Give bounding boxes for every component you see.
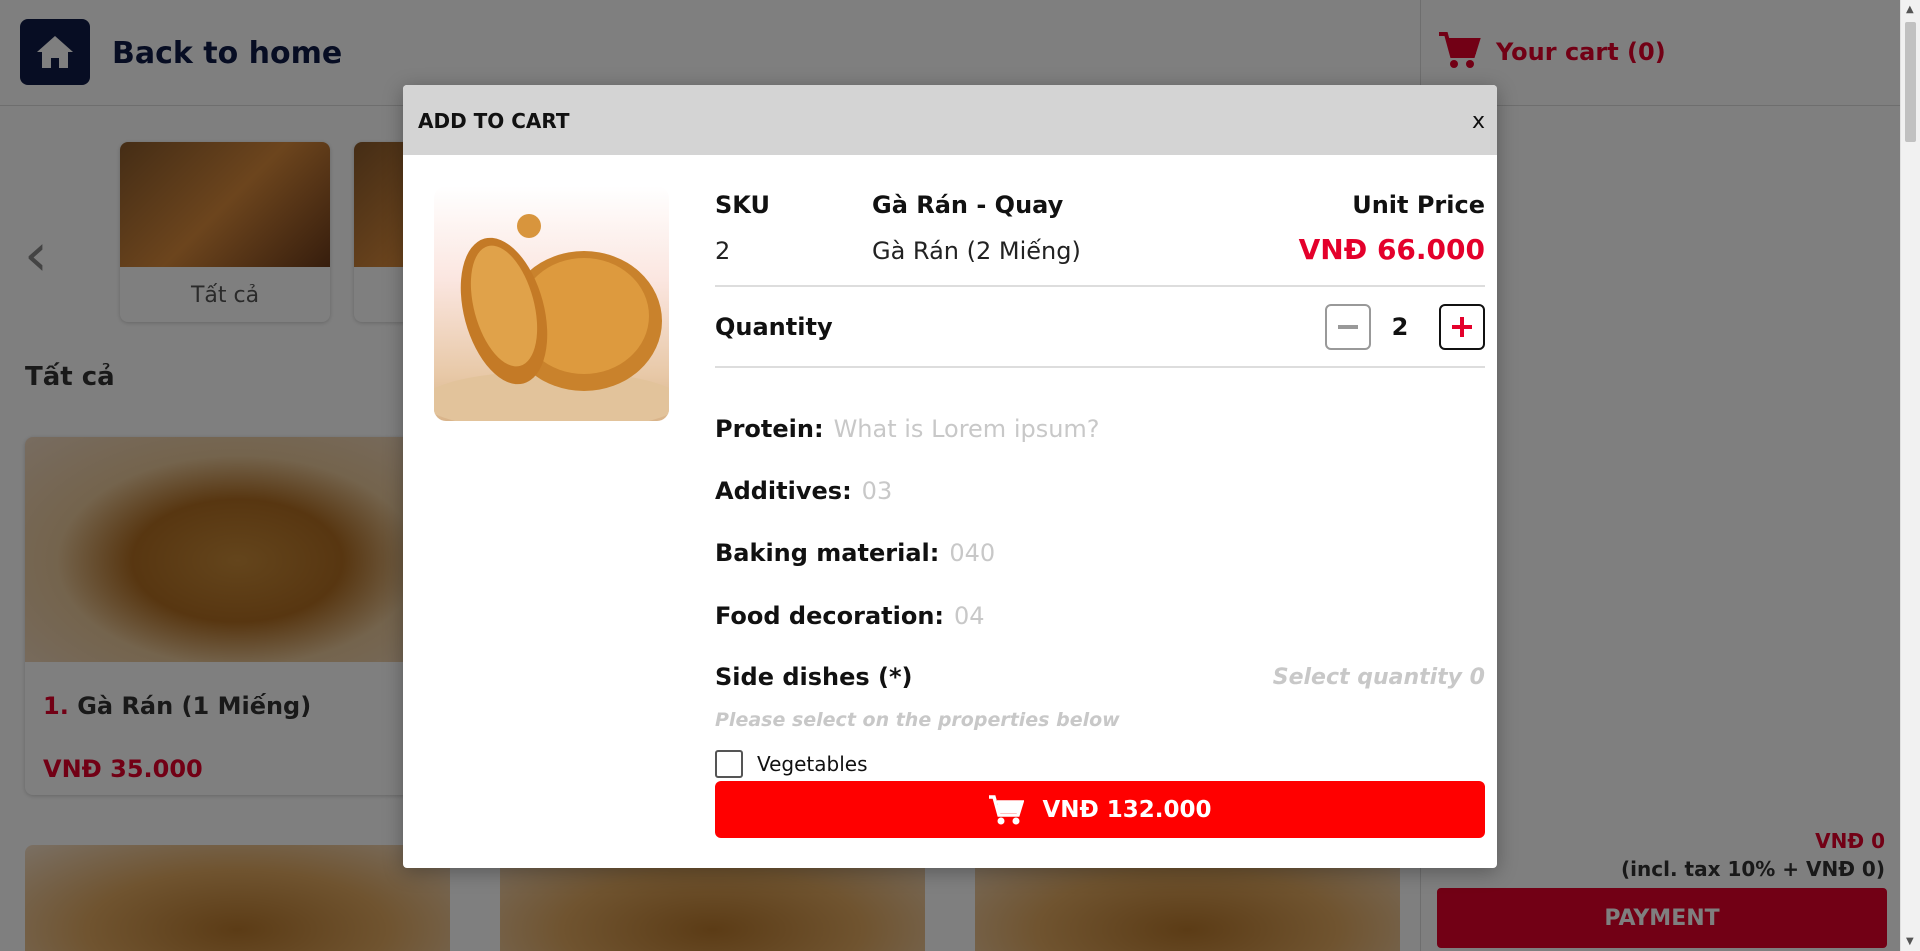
quantity-value: 2 — [1391, 313, 1409, 341]
property-baking-material: Baking material: 040 — [715, 539, 995, 567]
add-to-cart-modal: ADD TO CART x SKU Gà Rán - Quay Unit Pri… — [403, 85, 1497, 868]
property-key: Protein: — [715, 415, 824, 443]
plus-icon — [1452, 317, 1472, 337]
category-header: Gà Rán - Quay — [872, 191, 1064, 219]
quantity-label: Quantity — [715, 313, 833, 341]
property-value: What is Lorem ipsum? — [833, 415, 1100, 443]
page-scrollbar[interactable]: ▲ ▼ — [1900, 0, 1920, 951]
side-dishes-row: Side dishes (*) Select quantity 0 — [715, 663, 1485, 697]
property-protein: Protein: What is Lorem ipsum? — [715, 415, 1100, 443]
property-value: 040 — [949, 539, 996, 567]
scroll-down-icon[interactable]: ▼ — [1906, 936, 1914, 947]
product-name: Gà Rán (2 Miếng) — [872, 237, 1081, 265]
add-to-cart-total: VNĐ 132.000 — [1042, 796, 1212, 823]
property-key: Additives: — [715, 477, 852, 505]
side-dishes-quantity-hint: Select quantity 0 — [1272, 665, 1485, 690]
close-button[interactable]: x — [1472, 109, 1485, 134]
add-to-cart-button[interactable]: VNĐ 132.000 — [715, 781, 1485, 838]
modal-title: ADD TO CART — [418, 109, 570, 133]
cart-icon — [989, 794, 1025, 824]
info-header-row: SKU Gà Rán - Quay Unit Price — [715, 185, 1485, 233]
property-value: 03 — [861, 477, 893, 505]
quantity-decrement-button[interactable] — [1325, 304, 1371, 350]
unit-price-header: Unit Price — [1352, 191, 1485, 219]
property-key: Baking material: — [715, 539, 940, 567]
divider — [715, 366, 1485, 368]
modal-header: ADD TO CART x — [403, 85, 1497, 155]
info-value-row: 2 Gà Rán (2 Miếng) VNĐ 66.000 — [715, 233, 1485, 285]
property-key: Food decoration: — [715, 602, 945, 630]
unit-price-value: VNĐ 66.000 — [1298, 233, 1485, 266]
sku-value: 2 — [715, 237, 731, 265]
minus-icon — [1338, 325, 1358, 329]
product-info: SKU Gà Rán - Quay Unit Price 2 Gà Rán (2… — [715, 185, 1485, 778]
fried-chicken-image — [434, 214, 669, 421]
property-food-decoration: Food decoration: 04 — [715, 602, 985, 630]
quantity-increment-button[interactable] — [1439, 304, 1485, 350]
quantity-row: Quantity 2 — [715, 287, 1485, 366]
side-dishes-instruction: Please select on the properties below — [715, 709, 1120, 731]
vegetables-label[interactable]: Vegetables — [757, 752, 868, 776]
vegetables-checkbox[interactable] — [715, 750, 743, 778]
property-additives: Additives: 03 — [715, 477, 892, 505]
scroll-thumb[interactable] — [1905, 22, 1916, 142]
product-image — [434, 186, 669, 421]
sku-header: SKU — [715, 191, 770, 219]
side-dishes-label: Side dishes (*) — [715, 663, 913, 691]
property-value: 04 — [954, 602, 985, 630]
side-dish-option[interactable]: Vegetables — [715, 749, 868, 779]
scroll-up-icon[interactable]: ▲ — [1906, 4, 1914, 15]
